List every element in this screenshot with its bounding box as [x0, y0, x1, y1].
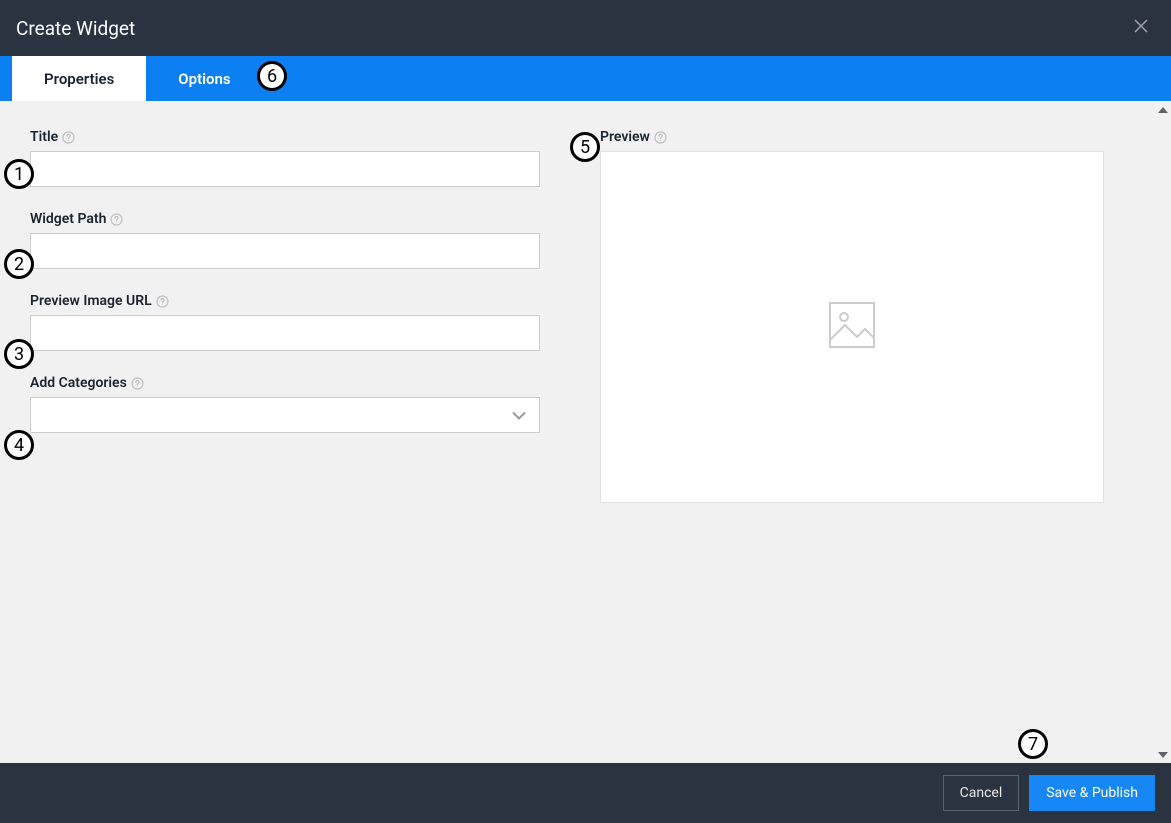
preview-image-url-input[interactable]	[30, 315, 540, 351]
content-area: Title Widget Path	[0, 101, 1171, 763]
close-icon	[1133, 18, 1149, 38]
field-widget-path: Widget Path	[30, 211, 540, 269]
close-button[interactable]	[1127, 14, 1155, 42]
scrollbar[interactable]	[1154, 101, 1171, 763]
field-label: Title	[30, 129, 540, 145]
image-placeholder-icon	[827, 300, 877, 354]
label-text: Title	[30, 129, 58, 145]
widget-path-input[interactable]	[30, 233, 540, 269]
preview-box	[600, 151, 1104, 503]
help-icon[interactable]	[110, 213, 123, 226]
help-icon[interactable]	[131, 377, 144, 390]
field-add-categories: Add Categories	[30, 375, 540, 433]
field-preview: Preview	[600, 129, 1141, 503]
field-label: Widget Path	[30, 211, 540, 227]
field-label: Add Categories	[30, 375, 540, 391]
scroll-up-arrow-icon[interactable]	[1154, 101, 1171, 118]
label-text: Preview	[600, 129, 650, 145]
label-text: Preview Image URL	[30, 293, 152, 309]
chevron-down-icon	[511, 406, 527, 425]
modal-title: Create Widget	[16, 17, 135, 40]
modal-footer: Cancel Save & Publish	[0, 763, 1171, 823]
scroll-down-arrow-icon[interactable]	[1154, 746, 1171, 763]
help-icon[interactable]	[654, 131, 667, 144]
button-label: Save & Publish	[1046, 785, 1138, 801]
title-input[interactable]	[30, 151, 540, 187]
form-left-column: Title Widget Path	[30, 129, 540, 763]
form-right-column: Preview	[600, 129, 1141, 763]
field-title: Title	[30, 129, 540, 187]
save-publish-button[interactable]: Save & Publish	[1029, 775, 1155, 811]
label-text: Widget Path	[30, 211, 106, 227]
field-label: Preview Image URL	[30, 293, 540, 309]
tab-properties[interactable]: Properties	[12, 56, 146, 101]
cancel-button[interactable]: Cancel	[943, 775, 1020, 811]
field-label: Preview	[600, 129, 1141, 145]
button-label: Cancel	[960, 785, 1003, 801]
help-icon[interactable]	[156, 295, 169, 308]
tabs-bar: Properties Options	[0, 56, 1171, 101]
tab-options[interactable]: Options	[146, 56, 262, 101]
tab-label: Options	[178, 70, 230, 88]
tab-label: Properties	[44, 70, 114, 88]
modal-header: Create Widget	[0, 0, 1171, 56]
field-preview-image-url: Preview Image URL	[30, 293, 540, 351]
help-icon[interactable]	[62, 131, 75, 144]
add-categories-select[interactable]	[30, 397, 540, 433]
label-text: Add Categories	[30, 375, 127, 391]
